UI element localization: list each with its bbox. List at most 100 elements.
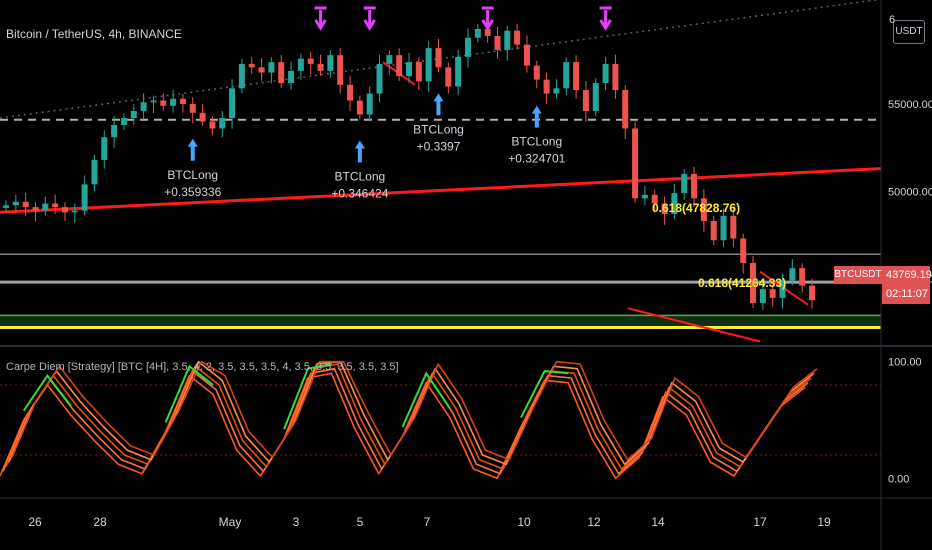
candle-body: [769, 289, 776, 298]
buy-signal-value: +0.346424: [331, 187, 388, 201]
candle-body: [278, 62, 285, 84]
candle-body: [258, 67, 265, 73]
fib-label: 0.618(41264.33): [698, 276, 786, 290]
candle-body: [730, 215, 737, 239]
candle-body: [494, 35, 501, 50]
sell-arrow-icon: [599, 6, 612, 31]
candle-body: [248, 63, 255, 68]
candle-body: [140, 102, 147, 112]
candle-body: [42, 203, 49, 211]
candle-body: [32, 207, 39, 211]
candle-body: [612, 63, 619, 91]
chart-canvas[interactable]: BTCLong +0.359336 BTCLong +0.346424 BTCLong +…: [0, 0, 932, 550]
candle-body: [622, 90, 629, 129]
green-zone: [0, 315, 881, 328]
sell-arrow-icon: [314, 6, 327, 31]
candle-body: [514, 30, 521, 45]
candle-body: [710, 221, 717, 241]
last-price-badge: 43769.19 02:11:07: [882, 266, 932, 304]
buy-arrow-icon: [531, 105, 542, 128]
candle-body: [445, 67, 452, 87]
last-price: 43769.19: [886, 269, 932, 281]
bar-countdown: 02:11:07: [886, 288, 929, 300]
indicator-title[interactable]: Carpe Diem [Strategy] [BTC [4H], 3.5, 4,…: [6, 361, 399, 373]
x-tick-label: 14: [651, 515, 665, 529]
buy-signal-value: +0.324701: [508, 152, 565, 166]
buy-signal-label: BTCLong: [511, 135, 562, 149]
buy-signal-label: BTCLong: [413, 122, 464, 136]
candle-body: [582, 90, 589, 112]
candle-body: [317, 63, 324, 71]
osc-series-line: [5, 363, 812, 470]
candle-body: [474, 28, 481, 38]
buy-signal-value: +0.359336: [164, 185, 221, 199]
candle-body: [455, 56, 462, 87]
currency-button[interactable]: USDT: [893, 20, 925, 44]
candle-body: [533, 65, 540, 80]
candle-body: [3, 205, 9, 208]
osc-y-tick-label: 100.00: [888, 357, 922, 369]
candle-body: [366, 93, 373, 115]
x-tick-label: 28: [93, 515, 107, 529]
y-tick-label: 55000.00: [888, 99, 932, 111]
x-tick-label: 17: [753, 515, 767, 529]
candle-body: [799, 268, 806, 286]
candle-body: [376, 63, 383, 94]
x-tick-label: 3: [293, 515, 300, 529]
candle-body: [179, 98, 186, 105]
candle-body: [553, 88, 560, 94]
osc-y-tick-label: 0.00: [888, 473, 909, 485]
candle-body: [12, 201, 19, 206]
oscillator-lines: [0, 360, 881, 480]
buy-signal-label: BTCLong: [335, 170, 386, 184]
fib-label: 0.618(47828.76): [652, 201, 740, 215]
candle-body: [170, 98, 177, 106]
y-tick-label-top: 6: [889, 14, 896, 26]
candle-body: [337, 55, 344, 85]
buy-arrow-icon: [433, 93, 444, 116]
price-zones: [0, 315, 881, 328]
sell-arrow-icon: [481, 6, 494, 31]
candle-body: [160, 100, 167, 106]
candle-body: [740, 238, 747, 263]
x-tick-label: 12: [587, 515, 601, 529]
candle-body: [415, 62, 422, 82]
candle-body: [209, 121, 216, 129]
x-tick-label: 19: [817, 515, 831, 529]
osc-series-line: [8, 360, 815, 466]
candle-body: [307, 58, 314, 64]
candle-body: [81, 184, 88, 211]
candle-body: [52, 203, 59, 208]
osc-bull-segment: [520, 369, 569, 419]
candle-body: [573, 62, 580, 91]
candle-body: [720, 215, 727, 241]
symbol-price-badge: BTCUSDT: [834, 266, 882, 284]
candle-body: [22, 201, 29, 208]
candle-body: [347, 84, 354, 101]
symbol-title[interactable]: Bitcoin / TetherUS, 4h, BINANCE: [6, 27, 182, 41]
candle-body: [563, 62, 570, 89]
buy-arrow-icon: [187, 138, 198, 161]
candle-body: [789, 268, 796, 281]
candle-body: [691, 173, 698, 199]
candle-body: [592, 83, 599, 112]
candle-body: [406, 62, 412, 77]
candle-body: [543, 79, 550, 94]
x-tick-label: 7: [424, 515, 431, 529]
candle-body: [120, 118, 127, 125]
candle-body: [327, 55, 334, 71]
signal-labels: BTCLong +0.359336 BTCLong +0.346424 BTCLong +…: [164, 122, 786, 290]
candles: [3, 21, 815, 310]
candle-body: [602, 63, 609, 84]
buy-signal-value: +0.3397: [417, 139, 461, 153]
buy-arrow-icon: [354, 140, 365, 163]
candle-body: [238, 63, 245, 89]
main-trend-line: [0, 167, 882, 214]
candle-body: [91, 159, 98, 185]
x-tick-label: 5: [357, 515, 364, 529]
candle-body: [386, 55, 393, 64]
x-tick-label: 26: [28, 515, 42, 529]
candle-body: [425, 48, 432, 82]
candle-body: [219, 118, 226, 129]
candle-body: [523, 44, 530, 66]
